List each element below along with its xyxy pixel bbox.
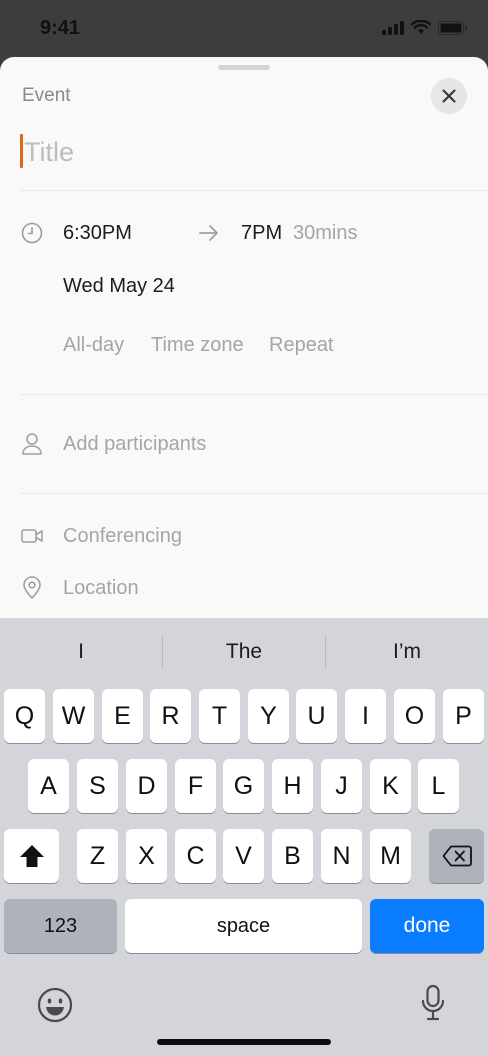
key-y[interactable]: Y	[248, 689, 289, 743]
suggestion-1[interactable]: I	[0, 640, 162, 664]
close-button[interactable]	[431, 78, 467, 114]
clock-icon	[20, 221, 44, 245]
repeat-option[interactable]: Repeat	[269, 334, 334, 357]
end-time[interactable]: 7PM	[241, 222, 282, 245]
backspace-icon	[442, 845, 472, 867]
key-c[interactable]: C	[175, 829, 216, 883]
backspace-key[interactable]	[429, 829, 484, 883]
divider	[20, 190, 488, 191]
text-cursor	[20, 134, 23, 168]
person-icon	[20, 432, 44, 456]
key-r[interactable]: R	[150, 689, 191, 743]
key-z[interactable]: Z	[77, 829, 118, 883]
add-participants-field[interactable]: Add participants	[63, 433, 206, 456]
key-h[interactable]: H	[272, 759, 313, 813]
key-s[interactable]: S	[77, 759, 118, 813]
time-zone-option[interactable]: Time zone	[151, 334, 244, 357]
shift-key[interactable]	[4, 829, 59, 883]
key-d[interactable]: D	[126, 759, 167, 813]
key-g[interactable]: G	[223, 759, 264, 813]
key-m[interactable]: M	[370, 829, 411, 883]
close-icon	[442, 89, 456, 103]
sheet-header: Event	[22, 85, 71, 106]
key-n[interactable]: N	[321, 829, 362, 883]
keyboard: I The I’m Q W E R T Y U I O P A S D F G …	[0, 618, 488, 1056]
duration-label: 30mins	[293, 222, 358, 244]
suggestion-2[interactable]: The	[163, 640, 325, 664]
key-v[interactable]: V	[223, 829, 264, 883]
done-key[interactable]: done	[370, 899, 484, 953]
key-i[interactable]: I	[345, 689, 386, 743]
emoji-icon[interactable]	[37, 987, 73, 1023]
numbers-key[interactable]: 123	[4, 899, 117, 953]
key-j[interactable]: J	[321, 759, 362, 813]
status-bar: 9:41	[0, 0, 488, 58]
key-k[interactable]: K	[370, 759, 411, 813]
divider	[20, 493, 488, 494]
status-time: 9:41	[40, 17, 81, 39]
conferencing-field[interactable]: Conferencing	[63, 525, 182, 548]
key-p[interactable]: P	[443, 689, 484, 743]
home-indicator[interactable]	[157, 1039, 331, 1045]
title-input[interactable]	[24, 135, 424, 169]
space-key[interactable]: space	[125, 899, 362, 953]
shift-icon	[19, 845, 44, 867]
key-o[interactable]: O	[394, 689, 435, 743]
location-field[interactable]: Location	[63, 577, 139, 600]
video-camera-icon	[20, 524, 44, 548]
arrow-right-icon	[199, 225, 218, 241]
sheet-grabber[interactable]	[218, 65, 270, 70]
key-b[interactable]: B	[272, 829, 313, 883]
key-u[interactable]: U	[296, 689, 337, 743]
wifi-icon	[411, 20, 431, 34]
key-e[interactable]: E	[102, 689, 143, 743]
microphone-icon[interactable]	[420, 984, 446, 1022]
suggestion-3[interactable]: I’m	[326, 640, 488, 664]
key-w[interactable]: W	[53, 689, 94, 743]
key-f[interactable]: F	[175, 759, 216, 813]
key-a[interactable]: A	[28, 759, 69, 813]
cellular-signal-icon	[382, 20, 404, 35]
all-day-option[interactable]: All-day	[63, 334, 124, 357]
divider	[20, 394, 488, 395]
start-time[interactable]: 6:30PM	[63, 222, 132, 245]
key-l[interactable]: L	[418, 759, 459, 813]
location-pin-icon	[20, 576, 44, 600]
battery-icon	[438, 20, 467, 35]
key-t[interactable]: T	[199, 689, 240, 743]
event-date[interactable]: Wed May 24	[63, 275, 175, 298]
key-x[interactable]: X	[126, 829, 167, 883]
key-q[interactable]: Q	[4, 689, 45, 743]
status-icons	[382, 20, 468, 35]
